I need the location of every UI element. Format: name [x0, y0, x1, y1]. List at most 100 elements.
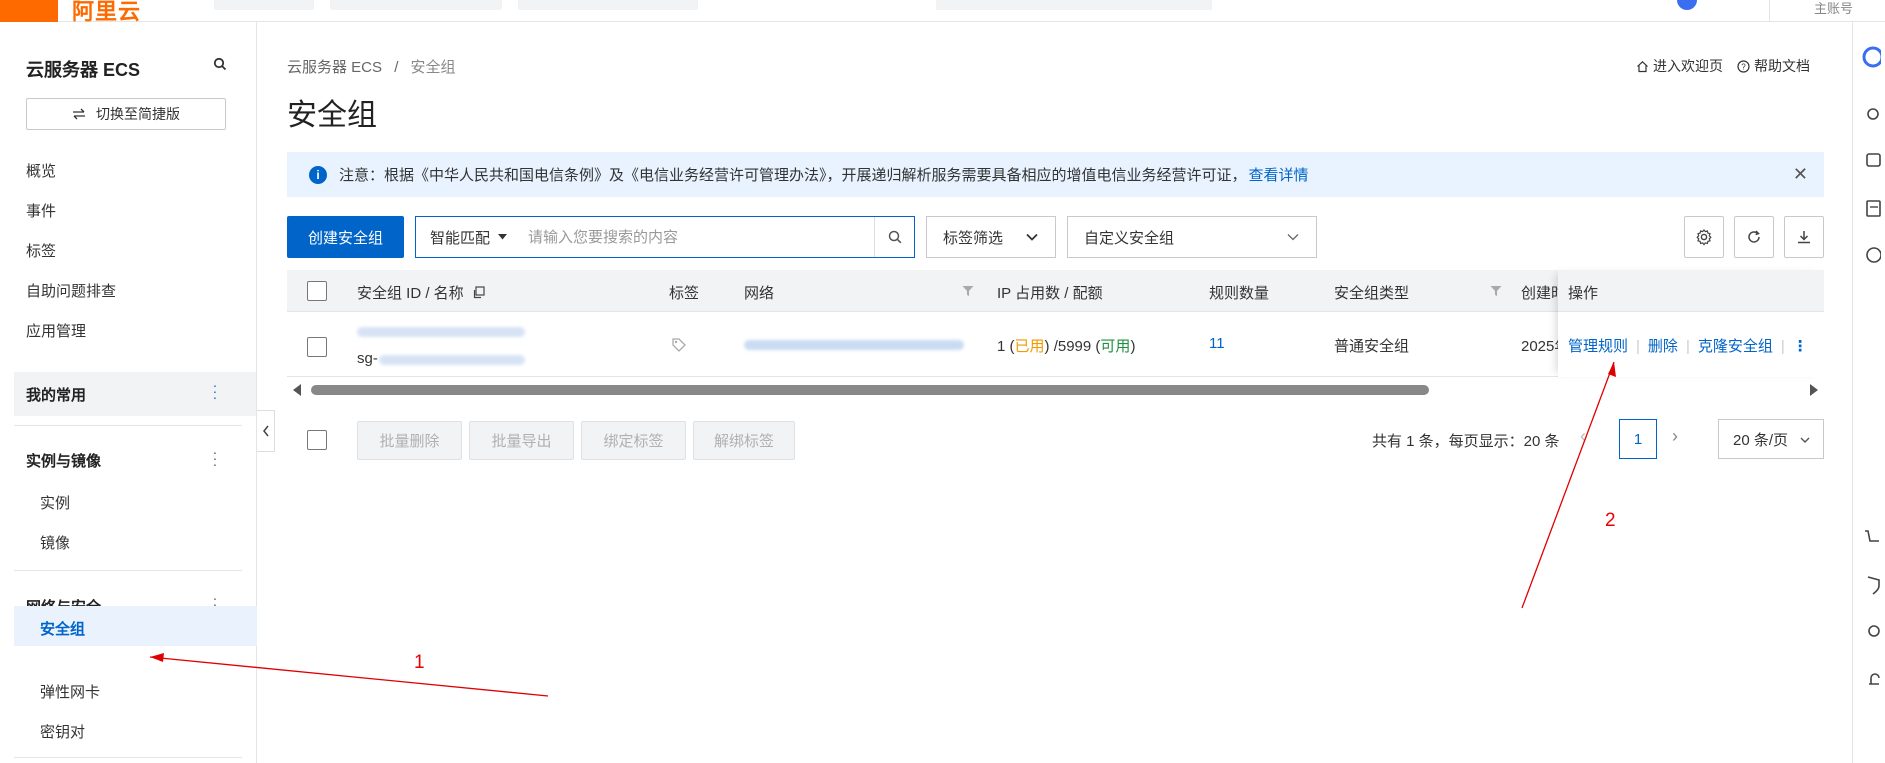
export-button[interactable] — [1784, 216, 1824, 258]
bulk-export-button[interactable]: 批量导出 — [469, 421, 574, 460]
search-icon[interactable] — [212, 56, 228, 72]
table-horizontal-scrollbar[interactable] — [287, 382, 1824, 398]
help-icon[interactable] — [1859, 244, 1881, 266]
search-mode-select[interactable]: 智能匹配 — [416, 217, 518, 257]
search-button[interactable] — [874, 217, 914, 257]
sidebar-item-images[interactable]: 镜像 — [40, 532, 70, 553]
brand-logo-block[interactable] — [0, 0, 58, 22]
annotation-label-2: 2 — [1605, 510, 1616, 531]
sidebar-item-overview[interactable]: 概览 — [26, 160, 56, 181]
sidebar-item-troubleshoot[interactable]: 自助问题排查 — [26, 280, 116, 301]
rule-count-link[interactable]: 11 — [1209, 335, 1225, 352]
clone-group-link[interactable]: 克隆安全组 — [1698, 338, 1773, 355]
top-search-box[interactable] — [936, 0, 1212, 10]
right-tool-rail — [1852, 22, 1885, 763]
actions-header: 操作 — [1558, 270, 1824, 312]
top-nav-tab[interactable] — [518, 0, 698, 10]
tag-icon[interactable] — [671, 337, 687, 353]
search-group: 智能匹配 — [415, 216, 915, 258]
search-icon[interactable] — [1859, 104, 1881, 126]
collapse-sidebar-button[interactable] — [257, 410, 275, 452]
redacted-network-link[interactable] — [744, 340, 964, 350]
breadcrumb-root[interactable]: 云服务器 ECS — [287, 59, 382, 76]
custom-group-select[interactable]: 自定义安全组 — [1067, 216, 1317, 258]
col-id-name: 安全组 ID / 名称 — [357, 282, 485, 303]
sidebar-title: 云服务器 ECS — [26, 60, 141, 80]
refresh-button[interactable] — [1734, 216, 1774, 258]
help-link[interactable]: ? 帮助文档 — [1737, 56, 1810, 76]
account-label[interactable]: 主账号 — [1814, 0, 1853, 17]
chevron-left-icon[interactable]: ‹ — [1580, 426, 1586, 447]
refresh-icon — [1748, 230, 1760, 243]
welcome-link-label: 进入欢迎页 — [1653, 58, 1723, 74]
select-all-checkbox[interactable] — [307, 281, 327, 301]
delete-link[interactable]: 删除 — [1648, 338, 1678, 355]
top-nav-tab[interactable] — [214, 0, 314, 10]
col-rule-count: 规则数量 — [1209, 285, 1270, 302]
more-vertical-icon[interactable]: ··· — [212, 378, 218, 404]
sidebar-item-tags[interactable]: 标签 — [26, 240, 56, 261]
manage-rules-link[interactable]: 管理规则 — [1568, 338, 1628, 355]
more-vertical-icon[interactable]: ··· — [212, 445, 218, 471]
bulk-select-checkbox[interactable] — [307, 430, 327, 450]
sidebar-group-instances[interactable]: 实例与镜像 — [14, 438, 256, 482]
bulk-delete-button[interactable]: 批量删除 — [357, 421, 462, 460]
ip-used-label: 已用 — [1014, 338, 1045, 355]
swap-icon — [73, 108, 85, 120]
sidebar-item-keypair[interactable]: 密钥对 — [40, 721, 85, 742]
create-security-group-button[interactable]: 创建安全组 — [287, 216, 404, 258]
close-icon[interactable]: ✕ — [1793, 164, 1808, 185]
page-button-current[interactable]: 1 — [1619, 419, 1657, 459]
ip-usage-cell: 1 (已用) /5999 (可用) — [997, 338, 1136, 355]
sidebar-group-favorites[interactable]: 我的常用 — [14, 372, 256, 416]
top-nav-tab[interactable] — [330, 0, 502, 10]
assistant-icon[interactable] — [1859, 46, 1881, 68]
chat-icon[interactable] — [1859, 150, 1881, 172]
switch-simple-mode-label: 切换至简捷版 — [96, 106, 180, 122]
scroll-left-icon[interactable] — [293, 384, 301, 396]
document-icon[interactable] — [1859, 198, 1881, 220]
search-input[interactable] — [518, 217, 874, 257]
notice-details-link[interactable]: 查看详情 — [1249, 164, 1309, 185]
filter-icon[interactable] — [1490, 285, 1502, 297]
chevron-right-icon[interactable]: › — [1672, 426, 1678, 447]
more-actions-icon[interactable]: ⋮ — [1793, 338, 1808, 355]
page-title: 安全组 — [287, 99, 377, 132]
filter-icon[interactable] — [962, 285, 974, 297]
page-size-label: 20 条/页 — [1733, 431, 1789, 449]
bind-tag-button[interactable]: 绑定标签 — [581, 421, 686, 460]
col-group-type: 安全组类型 — [1334, 285, 1410, 302]
page-size-select[interactable]: 20 条/页 — [1718, 419, 1824, 459]
col-network: 网络 — [744, 285, 775, 302]
switch-simple-mode-button[interactable]: 切换至简捷版 — [26, 98, 226, 130]
copy-icon[interactable] — [472, 286, 485, 299]
action-separator: | — [1780, 338, 1785, 355]
gear-icon[interactable] — [1859, 620, 1881, 642]
cart-icon[interactable] — [1859, 527, 1881, 549]
scrollbar-thumb[interactable] — [311, 385, 1429, 395]
sidebar-item-app-management[interactable]: 应用管理 — [26, 320, 86, 341]
console-root: 阿里云 主账号 云服务器 ECS 切换至简捷版 概览 事件 标签 自助问题排查 … — [0, 0, 1885, 763]
notification-icon[interactable] — [1859, 668, 1881, 690]
scroll-right-icon[interactable] — [1810, 384, 1818, 396]
row-checkbox[interactable] — [307, 337, 327, 357]
welcome-link[interactable]: 进入欢迎页 — [1636, 56, 1723, 76]
tag-filter-select[interactable]: 标签筛选 — [926, 216, 1056, 258]
ip-quota: 5999 — [1057, 338, 1092, 355]
sidebar-item-events[interactable]: 事件 — [26, 200, 56, 221]
sidebar-item-eni[interactable]: 弹性网卡 — [40, 681, 100, 702]
unbind-tag-button[interactable]: 解绑标签 — [693, 421, 795, 460]
search-mode-label: 智能匹配 — [430, 229, 491, 247]
sidebar-item-security-group-label[interactable]: 安全组 — [40, 618, 85, 639]
help-link-label: 帮助文档 — [1754, 58, 1810, 74]
shield-icon[interactable] — [1859, 574, 1881, 596]
top-divider — [1769, 0, 1770, 22]
sidebar-group-label: 我的常用 — [26, 386, 87, 404]
caret-down-icon — [498, 234, 508, 240]
col-id-name-label: 安全组 ID / 名称 — [357, 285, 464, 302]
redacted-group-name — [379, 355, 525, 365]
settings-button[interactable] — [1684, 216, 1724, 258]
help-icon: ? — [1737, 59, 1750, 73]
sidebar-item-instances[interactable]: 实例 — [40, 492, 70, 513]
avatar[interactable] — [1677, 0, 1697, 10]
